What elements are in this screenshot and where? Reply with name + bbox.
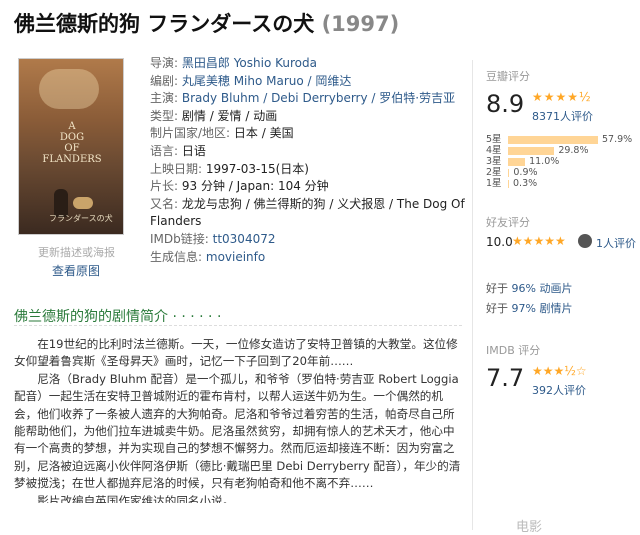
movie-name: 佛兰德斯的狗 フランダースの犬 bbox=[14, 12, 315, 36]
info-row: 上映日期: 1997-03-15(日本) bbox=[150, 161, 460, 179]
douban-stars: ★★★★½ bbox=[532, 90, 592, 104]
better-than-drama: 好于 97% 剧情片 bbox=[486, 302, 573, 315]
info-row: 又名: 龙龙与忠狗 / 佛兰得斯的狗 / 义犬报恩 / The Dog Of bbox=[150, 196, 465, 214]
info-label: 类型: bbox=[150, 108, 179, 123]
info-row: 制片国家/地区: 日本 / 美国 bbox=[150, 125, 460, 143]
rating-row-label: 5星 bbox=[486, 134, 502, 145]
info-row: 编剧: 丸尾美穂 Miho Maruo / 岡维达 bbox=[150, 73, 460, 91]
update-poster-link[interactable]: 更新描述或海报 bbox=[38, 244, 115, 260]
info-value: 日本 / 美国 bbox=[233, 126, 294, 141]
rating-row: 2星 0.9% bbox=[486, 167, 636, 178]
info-row: 片长: 93 分钟 / Japan: 104 分钟 bbox=[150, 178, 460, 196]
plot-paragraph-2: 尼洛（Brady Bluhm 配音）是一个孤儿，和爷爷（罗伯特·劳吉亚 Robe… bbox=[14, 371, 461, 491]
friend-avatar[interactable] bbox=[578, 234, 592, 248]
rating-percent: 11.0% bbox=[529, 156, 560, 167]
info-label: 又名: bbox=[150, 196, 179, 211]
rating-bar bbox=[508, 180, 509, 188]
douban-score: 8.9 bbox=[486, 90, 525, 118]
info-value: 日语 bbox=[181, 143, 206, 158]
page-title: 佛兰德斯的狗 フランダースの犬 (1997) bbox=[14, 8, 399, 38]
info-row: Flanders bbox=[150, 213, 460, 231]
info-row: 类型: 剧情 / 爱情 / 动画 bbox=[150, 108, 460, 126]
info-label: 主演: bbox=[150, 91, 179, 106]
imdb-score: 7.7 bbox=[486, 364, 525, 392]
info-link[interactable]: tt0304072 bbox=[213, 232, 276, 246]
info-label: 片长: bbox=[150, 179, 179, 194]
info-label: 导演: bbox=[150, 56, 179, 70]
movie-info: 导演: 黑田昌郎 Yoshio Kuroda 编剧: 丸尾美穂 Miho Maru… bbox=[150, 55, 465, 267]
plot-paragraph-3: 影片改编自英国作家维达的同名小说。 bbox=[37, 493, 235, 503]
friend-score: 10.0 bbox=[486, 235, 513, 249]
rating-row: 4星 29.8% bbox=[486, 145, 636, 156]
rating-bar bbox=[508, 169, 510, 177]
info-link[interactable]: 黑田昌郎 Yoshio Kuroda bbox=[182, 56, 317, 70]
info-label: 制片国家/地区: bbox=[150, 126, 231, 141]
douban-votes-link[interactable]: 8371人评价 bbox=[532, 108, 593, 124]
poster-bottom-text: フランダースの犬 bbox=[49, 214, 113, 223]
info-label: 生成信息: bbox=[150, 249, 203, 264]
rating-row: 3星 11.0% bbox=[486, 156, 636, 167]
info-value: 龙龙与忠狗 / 佛兰得斯的狗 / 义犬报恩 / The Dog Of bbox=[181, 196, 465, 211]
plot-divider bbox=[14, 325, 462, 326]
poster-dog-figure bbox=[73, 197, 93, 209]
rating-percent: 57.9% bbox=[602, 134, 633, 145]
info-label: IMDb链接: bbox=[150, 231, 209, 246]
info-value: 93 分钟 / Japan: 104 分钟 bbox=[181, 179, 329, 194]
poster-title: A DOG OF FLANDERS bbox=[42, 121, 102, 165]
info-value: Flanders bbox=[150, 214, 202, 229]
info-link[interactable]: 丸尾美穂 Miho Maruo / 岡维达 bbox=[182, 74, 352, 88]
movie-poster[interactable]: A DOG OF FLANDERS フランダースの犬 bbox=[18, 58, 124, 235]
info-link[interactable]: movieinfo bbox=[206, 250, 265, 264]
friend-rating-label: 好友评分 bbox=[486, 216, 530, 229]
plot-heading: 佛兰德斯的狗的剧情简介 · · · · · · bbox=[14, 309, 222, 325]
friend-count-link[interactable]: 1人评价 bbox=[596, 235, 636, 251]
friend-stars: ★★★★★ bbox=[512, 234, 566, 248]
rating-bar bbox=[508, 147, 555, 155]
info-label: 语言: bbox=[150, 143, 179, 158]
imdb-stars: ★★★½☆ bbox=[532, 364, 587, 378]
douban-rating-label: 豆瓣评分 bbox=[486, 70, 530, 83]
movie-year: (1997) bbox=[321, 12, 400, 36]
rating-bar bbox=[508, 136, 598, 144]
rating-row-label: 4星 bbox=[486, 145, 502, 156]
imdb-votes-link[interactable]: 392人评价 bbox=[532, 382, 586, 398]
rating-percent: 0.3% bbox=[513, 178, 538, 189]
rating-row-label: 3星 bbox=[486, 156, 502, 167]
rating-row: 1星 0.3% bbox=[486, 178, 636, 189]
plot-summary: 在19世纪的比利时法兰德斯。一天，一位修女造访了安特卫普镇的大教堂。这位修女仰望… bbox=[14, 336, 466, 503]
rating-row-label: 1星 bbox=[486, 178, 502, 189]
info-value: 1997-03-15(日本) bbox=[205, 161, 309, 176]
rating-distribution: 5星 57.9% 4星 29.8% 3星 11.0% 2星 0.9% 1星 0.3% bbox=[486, 134, 636, 189]
info-row: 主演: Brady Bluhm / Debi Derryberry / 罗伯特·… bbox=[150, 90, 460, 108]
info-row: 语言: 日语 bbox=[150, 143, 460, 161]
info-row: 生成信息: movieinfo bbox=[150, 249, 460, 267]
douban-rating: 豆瓣评分 8.9 ★★★★½ 8371人评价 5星 57.9% 4星 29.8% 3星 1… bbox=[486, 68, 636, 189]
imdb-rating-label: IMDB 评分 bbox=[486, 344, 541, 357]
rating-row: 5星 57.9% bbox=[486, 134, 636, 145]
better-drama-link[interactable]: 97% 剧情片 bbox=[512, 302, 573, 315]
info-link[interactable]: Brady Bluhm / Debi Derryberry / 罗伯特·劳吉亚 bbox=[182, 91, 455, 105]
rating-row-label: 2星 bbox=[486, 167, 502, 178]
poster-glow bbox=[39, 69, 99, 109]
plot-paragraph-1: 在19世纪的比利时法兰德斯。一天，一位修女造访了安特卫普镇的大教堂。这位修女仰望… bbox=[14, 337, 458, 369]
rating-percent: 0.9% bbox=[513, 167, 538, 178]
column-divider bbox=[472, 60, 473, 530]
view-original-link[interactable]: 查看原图 bbox=[52, 262, 100, 279]
rating-bar bbox=[508, 158, 526, 166]
better-animation-link[interactable]: 96% 动画片 bbox=[512, 282, 573, 295]
info-row: IMDb链接: tt0304072 bbox=[150, 231, 460, 249]
watermark: 电影 bbox=[516, 520, 543, 535]
info-row: 导演: 黑田昌郎 Yoshio Kuroda bbox=[150, 55, 460, 73]
info-label: 上映日期: bbox=[150, 161, 203, 176]
better-than-animation: 好于 96% 动画片 bbox=[486, 282, 573, 295]
info-value: 剧情 / 爱情 / 动画 bbox=[181, 108, 278, 123]
info-label: 编剧: bbox=[150, 73, 179, 88]
rating-percent: 29.8% bbox=[558, 145, 589, 156]
